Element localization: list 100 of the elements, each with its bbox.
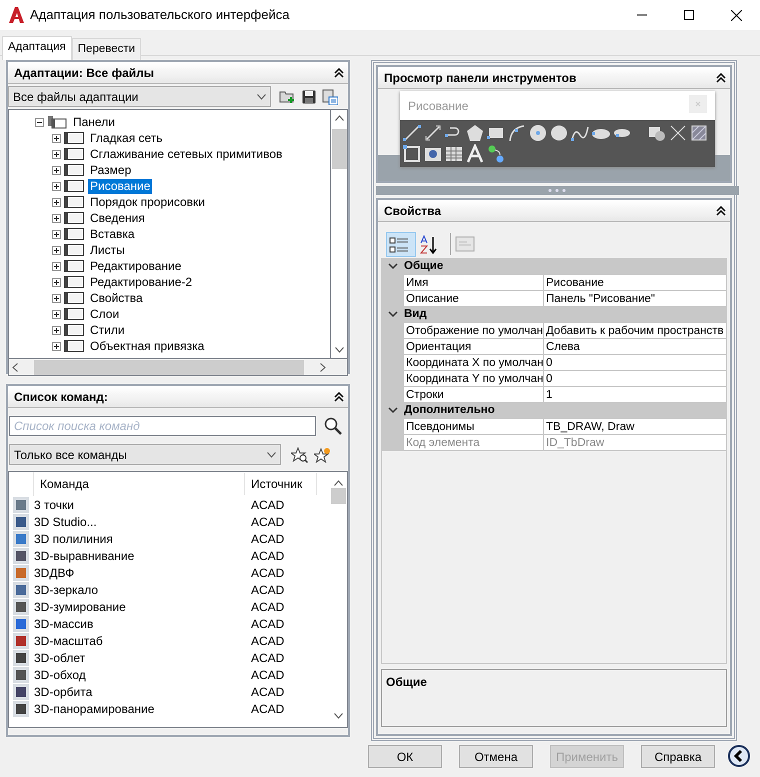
categorized-view-icon[interactable]: [389, 234, 409, 254]
splitter-handle[interactable]: [376, 186, 739, 195]
expand-node-icon[interactable]: [52, 166, 61, 174]
add-point-icon[interactable]: [486, 144, 506, 164]
revision-cloud-icon[interactable]: [549, 123, 569, 143]
point-icon[interactable]: [668, 123, 688, 143]
scroll-up-icon[interactable]: [334, 115, 344, 121]
column-header[interactable]: Источник: [245, 473, 317, 495]
save-icon[interactable]: [302, 90, 316, 104]
table-icon[interactable]: [444, 144, 464, 164]
expand-node-icon[interactable]: [52, 214, 61, 222]
tree-item[interactable]: Размер: [88, 162, 134, 178]
open-folder-icon[interactable]: [279, 90, 295, 104]
tree-item[interactable]: Объектная привязка: [88, 338, 206, 354]
dialog-button[interactable]: ОК: [368, 745, 442, 768]
toolbar-title: Рисование: [408, 98, 468, 114]
collapse-dialog-icon[interactable]: [728, 745, 750, 767]
filter-dropdown[interactable]: Только все команды: [9, 444, 281, 465]
property-value[interactable]: 0: [544, 371, 726, 387]
tree-item[interactable]: Листы: [88, 242, 127, 258]
command-name: 3D-орбита: [34, 684, 94, 700]
tree-item[interactable]: Сглаживание сетевых примитивов: [88, 146, 284, 162]
column-header[interactable]: Команда: [34, 473, 245, 495]
tree-item[interactable]: Слои: [88, 306, 122, 322]
load-file-icon[interactable]: [322, 88, 338, 104]
tree-item[interactable]: Свойства: [88, 290, 145, 306]
property-value[interactable]: Рисование: [544, 275, 726, 291]
property-value[interactable]: Добавить к рабочим пространств: [544, 323, 726, 339]
horizontal-scrollbar-thumb[interactable]: [34, 360, 304, 374]
command-icon: [13, 548, 29, 564]
command-source: ACAD: [250, 530, 284, 548]
scrollbar-thumb[interactable]: [332, 129, 346, 169]
scroll-right-icon[interactable]: [320, 362, 326, 372]
tree-item[interactable]: Редактирование: [88, 258, 184, 274]
tree-item[interactable]: Гладкая сеть: [88, 130, 165, 146]
scroll-up-icon[interactable]: [334, 480, 343, 486]
command-search-field[interactable]: Список поиска команд: [9, 416, 316, 436]
scroll-left-icon[interactable]: [12, 362, 18, 372]
tree-item[interactable]: Сведения: [88, 210, 147, 226]
window-title: Адаптация пользовательского интерфейса: [30, 6, 290, 24]
command-source: ACAD: [250, 650, 284, 666]
arc-icon[interactable]: [507, 123, 527, 143]
search-icon[interactable]: [324, 417, 342, 435]
collapse-icon[interactable]: [334, 392, 344, 402]
expand-node-icon[interactable]: [52, 182, 61, 190]
expand-node-icon[interactable]: [52, 326, 61, 334]
toolbar-icon: [64, 259, 84, 273]
command-name: 3D-панорамирование: [34, 700, 156, 718]
sort-alphabetical-icon[interactable]: [419, 234, 439, 254]
tree-item[interactable]: Рисование: [88, 178, 152, 194]
polygon-icon[interactable]: [465, 123, 485, 143]
property-pages-icon: [455, 235, 475, 253]
star-search-icon[interactable]: [291, 446, 308, 462]
expand-node-icon[interactable]: [52, 278, 61, 286]
collapse-icon[interactable]: [716, 72, 726, 82]
command-icon: [13, 564, 29, 580]
command-name: 3D-облет: [34, 650, 86, 666]
tree-item[interactable]: Редактирование-2: [88, 274, 194, 290]
text-icon[interactable]: [465, 144, 485, 164]
expand-node-icon[interactable]: [52, 230, 61, 238]
category-name[interactable]: Общие: [404, 258, 444, 276]
expand-node-icon[interactable]: [52, 262, 61, 270]
line-icon[interactable]: [402, 123, 422, 143]
tab[interactable]: Адаптация: [2, 36, 72, 60]
expand-node-icon[interactable]: [52, 150, 61, 158]
tree-item[interactable]: Порядок прорисовки: [88, 194, 207, 210]
command-name: 3D-зеркало: [34, 582, 100, 598]
property-value[interactable]: Слева: [544, 339, 726, 355]
dialog-button[interactable]: Отмена: [459, 745, 533, 768]
collapse-icon[interactable]: [716, 206, 726, 216]
collapse-node-icon[interactable]: [35, 118, 44, 126]
scroll-down-icon[interactable]: [334, 713, 343, 719]
tree-item[interactable]: Вставка: [88, 226, 137, 242]
star-new-icon[interactable]: [314, 446, 331, 462]
expand-node-icon[interactable]: [52, 198, 61, 206]
construction-line-icon[interactable]: [423, 123, 443, 143]
tree-item[interactable]: Стили: [88, 322, 127, 338]
expand-node-icon[interactable]: [52, 134, 61, 142]
dialog-button[interactable]: Справка: [641, 745, 715, 768]
property-value[interactable]: 0: [544, 355, 726, 371]
expand-node-icon[interactable]: [52, 294, 61, 302]
property-value[interactable]: TB_DRAW, Draw: [544, 419, 726, 435]
region-icon[interactable]: [402, 144, 422, 164]
file-dropdown[interactable]: Все файлы адаптации: [8, 86, 271, 107]
category-name[interactable]: Вид: [404, 306, 427, 324]
expand-node-icon[interactable]: [52, 342, 61, 350]
tab[interactable]: Перевести: [72, 38, 142, 60]
close-icon[interactable]: [731, 10, 742, 20]
dropdown-value: Только все команды: [14, 446, 127, 464]
expand-node-icon[interactable]: [52, 246, 61, 254]
collapse-icon[interactable]: [334, 68, 344, 78]
expand-node-icon[interactable]: [52, 310, 61, 318]
command-source: ACAD: [250, 632, 284, 650]
tree-item[interactable]: Панели: [71, 114, 117, 130]
hatch-icon[interactable]: [689, 123, 709, 143]
scrollbar-thumb[interactable]: [331, 488, 346, 504]
circle-icon[interactable]: [528, 123, 548, 143]
command-source: ACAD: [250, 582, 284, 598]
scroll-down-icon[interactable]: [334, 347, 344, 353]
maximize-icon[interactable]: [684, 10, 694, 20]
